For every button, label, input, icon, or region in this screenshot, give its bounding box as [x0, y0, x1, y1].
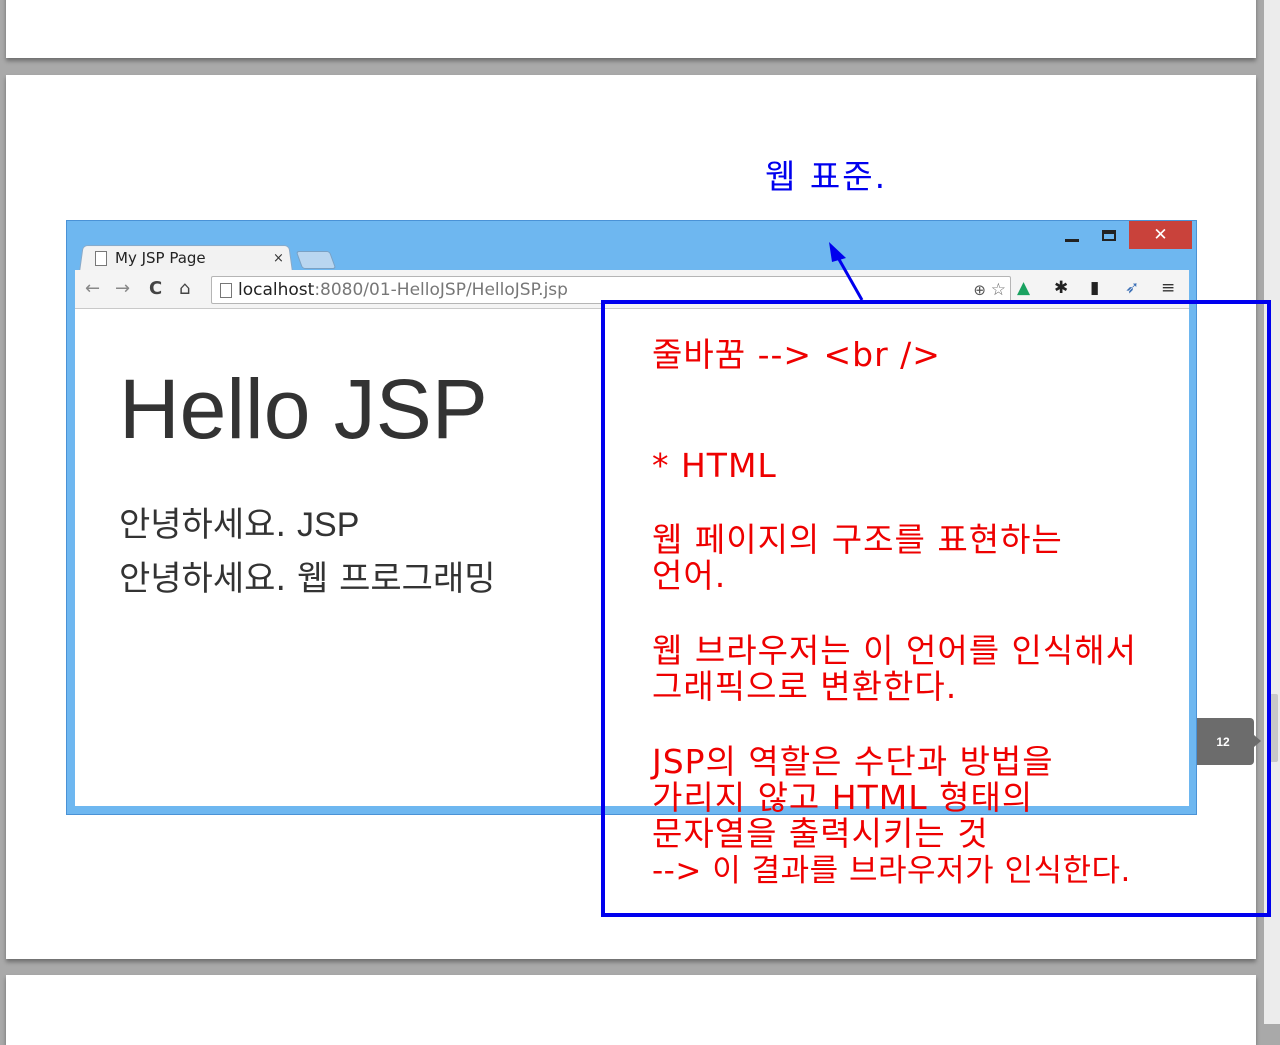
- previous-slide-page: [6, 0, 1256, 58]
- note-p1-line1: 웹 페이지의 구조를 표현하는: [652, 520, 1063, 559]
- page-icon: [95, 250, 107, 266]
- menu-icon[interactable]: ≡: [1161, 278, 1175, 298]
- note-p2-line2: 그래픽으로 변환한다.: [652, 667, 958, 706]
- note-line-break: 줄바꿈 --> <br />: [652, 335, 941, 374]
- note-p3-line3: 문자열을 출력시키는 것: [652, 814, 989, 853]
- phone-icon[interactable]: ▮: [1090, 278, 1099, 298]
- reload-icon[interactable]: C: [149, 278, 162, 299]
- page-icon: [220, 283, 232, 298]
- tab-close-icon[interactable]: ×: [273, 251, 284, 266]
- maximize-button[interactable]: [1092, 221, 1126, 249]
- browser-tab-content[interactable]: My JSP Page ×: [95, 245, 295, 271]
- window-close-button[interactable]: ✕: [1129, 221, 1192, 249]
- note-html-heading: * HTML: [652, 446, 777, 485]
- note-p3-line1: JSP의 역할은 수단과 방법을: [652, 742, 1054, 781]
- gear-icon[interactable]: ✱: [1054, 278, 1068, 298]
- home-icon[interactable]: ⌂: [179, 278, 190, 299]
- new-tab-button[interactable]: [295, 251, 337, 269]
- minimize-icon: [1065, 238, 1079, 242]
- tab-title: My JSP Page: [115, 249, 206, 267]
- page-heading: Hello JSP: [119, 362, 488, 456]
- note-p2-line1: 웹 브라우저는 이 언어를 인식해서: [652, 631, 1137, 670]
- next-slide-page: [6, 975, 1256, 1045]
- minimize-button[interactable]: [1057, 221, 1087, 249]
- maximize-icon: [1102, 229, 1116, 241]
- url-text: localhost:8080/01-HelloJSP/HelloJSP.jsp: [238, 280, 568, 300]
- note-p3-line2: 가리지 않고 HTML 형태의: [652, 778, 1034, 817]
- note-p3-line4: --> 이 결과를 브라우저가 인식한다.: [652, 853, 1131, 889]
- greeting-line-1: 안녕하세요. JSP: [119, 505, 360, 545]
- drive-icon[interactable]: ▲: [1017, 278, 1030, 298]
- forward-icon[interactable]: →: [115, 278, 130, 299]
- back-icon[interactable]: ←: [85, 278, 100, 299]
- slide-caption: 웹 표준.: [765, 157, 888, 196]
- note-p1-line2: 언어.: [652, 556, 727, 595]
- greeting-line-2: 안녕하세요. 웹 프로그래밍: [119, 559, 496, 599]
- bird-icon[interactable]: ➶: [1125, 278, 1139, 298]
